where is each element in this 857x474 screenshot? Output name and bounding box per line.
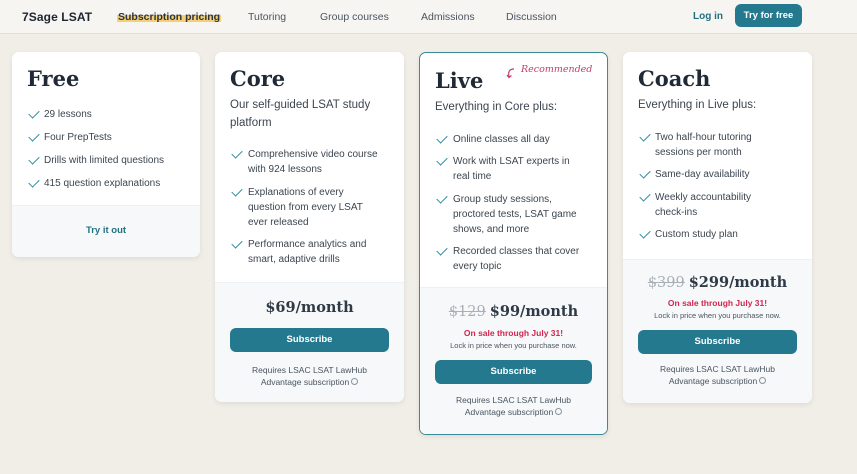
nav-tutoring[interactable]: Tutoring xyxy=(248,11,286,23)
feature-item: Online classes all day xyxy=(453,134,550,145)
check-icon xyxy=(639,190,651,202)
feature-item: Same-day availability xyxy=(655,169,750,180)
feature-item: Group study sessions, proctored tests, LS… xyxy=(453,194,577,235)
feature-item: Two half-hour tutoring sessions per month xyxy=(655,132,752,158)
plan-title: Live xyxy=(435,68,484,93)
check-icon xyxy=(231,237,243,249)
plan-footer: Try it out xyxy=(12,205,200,257)
plan-card-coach: Coach Everything in Live plus: Two half-… xyxy=(623,52,812,403)
info-icon[interactable] xyxy=(759,377,767,385)
feature-item: 29 lessons xyxy=(44,109,92,120)
feature-item: Work with LSAT experts in real time xyxy=(453,156,570,182)
plan-title: Coach xyxy=(638,66,711,91)
feature-item: Drills with limited questions xyxy=(44,155,165,166)
login-link[interactable]: Log in xyxy=(693,11,723,22)
feature-item: Comprehensive video course with 924 lesso… xyxy=(248,149,378,175)
feature-item: 415 question explanations xyxy=(44,178,161,189)
nav-admissions[interactable]: Admissions xyxy=(421,11,475,23)
try-it-out-link[interactable]: Try it out xyxy=(12,225,200,236)
curved-arrow-icon xyxy=(506,68,515,79)
check-icon xyxy=(639,167,651,179)
plan-description: Everything in Live plus: xyxy=(638,99,757,111)
price: $399 $299/month xyxy=(647,274,788,291)
price: $129 $99/month xyxy=(448,303,579,320)
top-navigation-bar: 7Sage LSAT Subscription pricing Tutoring… xyxy=(0,0,857,34)
subscribe-button[interactable]: Subscribe xyxy=(638,330,797,354)
info-icon[interactable] xyxy=(555,408,563,416)
nav-discussion[interactable]: Discussion xyxy=(506,11,557,23)
plan-card-free: Free 29 lessons Four PrepTests Drills wi… xyxy=(12,52,200,257)
check-icon xyxy=(28,107,40,119)
feature-item: Weekly accountability check-ins xyxy=(655,192,751,218)
feature-item: Explanations of every question from every… xyxy=(248,187,363,228)
site-logo[interactable]: 7Sage LSAT xyxy=(22,10,92,24)
original-price: $129 xyxy=(448,304,486,320)
sale-notice: On sale through July 31! xyxy=(463,328,564,338)
check-icon xyxy=(436,244,448,256)
sale-notice: On sale through July 31! xyxy=(667,298,768,308)
requirement-note: Requires LSAC LSAT LawHub Advantage subs… xyxy=(660,364,775,386)
requirement-note: Requires LSAC LSAT LawHub Advantage subs… xyxy=(252,365,367,387)
lock-in-note: Lock in price when you purchase now. xyxy=(654,311,781,320)
info-icon[interactable] xyxy=(351,378,359,386)
price: $69/month xyxy=(265,299,354,316)
feature-item: Four PrepTests xyxy=(44,132,112,143)
check-icon xyxy=(436,154,448,166)
feature-item: Performance analytics and smart, adaptive… xyxy=(248,239,367,265)
check-icon xyxy=(28,153,40,165)
check-icon xyxy=(231,147,243,159)
plan-title: Core xyxy=(230,66,286,91)
check-icon xyxy=(231,185,243,197)
check-icon xyxy=(436,192,448,204)
subscribe-button[interactable]: Subscribe xyxy=(435,360,592,384)
plan-footer: $399 $299/month On sale through July 31! … xyxy=(623,259,812,403)
feature-item: Custom study plan xyxy=(655,229,738,240)
plan-card-core: Core Our self-guided LSAT study platform … xyxy=(215,52,404,402)
check-icon xyxy=(639,130,651,142)
check-icon xyxy=(639,227,651,239)
feature-item: Recorded classes that cover every topic xyxy=(453,246,580,272)
nav-group-courses[interactable]: Group courses xyxy=(320,11,389,23)
check-icon xyxy=(28,176,40,188)
nav-subscription-pricing[interactable]: Subscription pricing xyxy=(117,11,222,23)
plan-footer: $129 $99/month On sale through July 31! L… xyxy=(420,287,607,434)
check-icon xyxy=(28,130,40,142)
plan-description: Everything in Core plus: xyxy=(435,101,558,113)
try-for-free-button[interactable]: Try for free xyxy=(735,4,802,27)
recommended-badge: Recommended xyxy=(521,64,593,75)
plan-title: Free xyxy=(27,66,80,91)
requirement-note: Requires LSAC LSAT LawHub Advantage subs… xyxy=(456,395,571,417)
original-price: $399 xyxy=(647,275,685,291)
plan-card-live: Live Everything in Core plus: Online cla… xyxy=(419,52,608,435)
plan-description: Our self-guided LSAT study platform xyxy=(230,99,371,129)
check-icon xyxy=(436,132,448,144)
plan-footer: $69/month Subscribe Requires LSAC LSAT L… xyxy=(215,282,404,402)
subscribe-button[interactable]: Subscribe xyxy=(230,328,389,352)
lock-in-note: Lock in price when you purchase now. xyxy=(450,341,577,350)
